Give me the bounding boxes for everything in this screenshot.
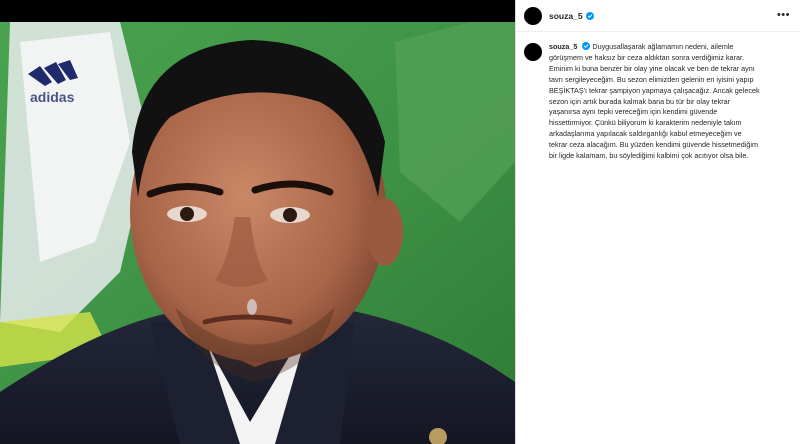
caption-verified-badge-icon	[582, 42, 591, 50]
caption-username-link[interactable]: souza_5	[549, 42, 577, 51]
caption-text: Duygusallaşarak ağlamamın nedeni, aileml…	[549, 42, 760, 161]
verified-badge-icon	[585, 11, 594, 20]
post-photo-illustration: adidas	[0, 22, 515, 444]
caption-row: souza_5 Duygusallaşarak ağlamamın nedeni…	[516, 32, 800, 162]
post-dialog: adidas souza_5 ••• souza_5 Duygusallaşar…	[0, 0, 800, 444]
caption: souza_5 Duygusallaşarak ağlamamın nedeni…	[549, 42, 790, 162]
caption-avatar[interactable]	[524, 43, 542, 61]
post-media[interactable]: adidas	[0, 0, 515, 444]
more-horizontal-icon[interactable]: •••	[777, 10, 790, 21]
post-header: souza_5 •••	[516, 0, 800, 32]
post-side-panel: souza_5 ••• souza_5 Duygusallaşarak ağla…	[515, 0, 800, 444]
username-link[interactable]: souza_5	[549, 11, 583, 21]
svg-text:adidas: adidas	[30, 89, 75, 105]
avatar[interactable]	[524, 6, 542, 25]
post-photo[interactable]: adidas	[0, 22, 515, 444]
media-top-bar	[0, 0, 515, 22]
